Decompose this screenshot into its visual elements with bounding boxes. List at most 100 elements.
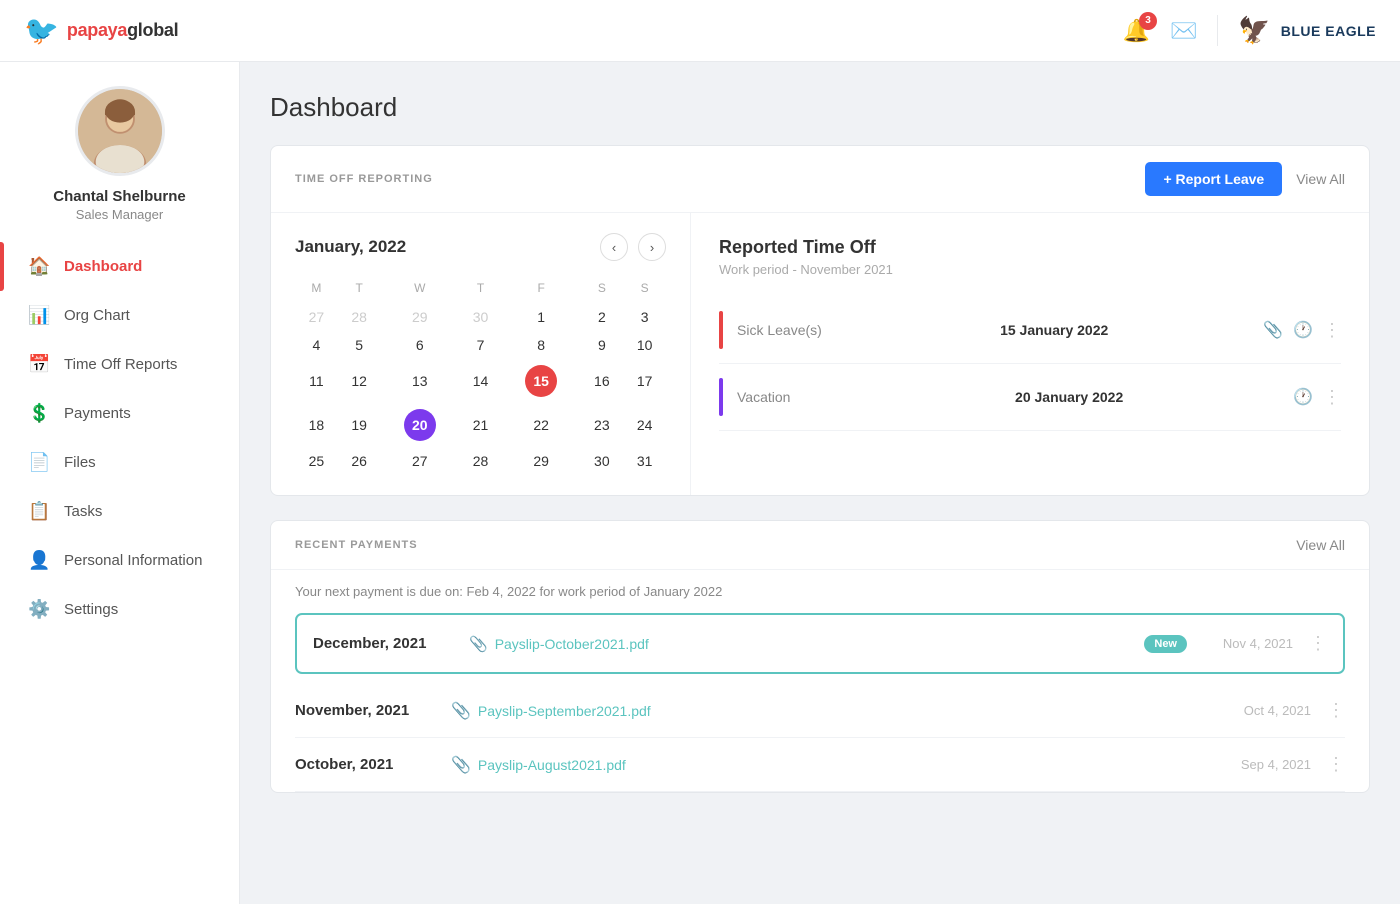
- sidebar-label-time-off: Time Off Reports: [64, 356, 177, 373]
- cal-day-2-4[interactable]: 15: [502, 359, 581, 403]
- clock-icon[interactable]: 🕐: [1293, 320, 1313, 340]
- user-role: Sales Manager: [76, 207, 163, 222]
- payment-date: Sep 4, 2021: [1221, 757, 1311, 772]
- cal-day-0-0[interactable]: 27: [295, 303, 338, 331]
- cal-day-3-0[interactable]: 18: [295, 403, 338, 447]
- leave-more-button[interactable]: ⋮: [1323, 387, 1341, 408]
- clip-icon: 📎: [451, 701, 471, 721]
- mail-icon[interactable]: ✉️: [1170, 18, 1197, 44]
- avatar-image: [75, 86, 165, 176]
- dashboard-icon: 🏠: [28, 256, 50, 277]
- cal-day-0-2[interactable]: 29: [381, 303, 460, 331]
- cal-day-2-6[interactable]: 17: [623, 359, 666, 403]
- cal-day-0-3[interactable]: 30: [459, 303, 502, 331]
- cal-day-3-3[interactable]: 21: [459, 403, 502, 447]
- cal-day-2-3[interactable]: 14: [459, 359, 502, 403]
- payment-row-highlighted[interactable]: December, 2021 📎 Payslip-October2021.pdf…: [295, 613, 1345, 674]
- reported-title: Reported Time Off: [719, 237, 1341, 258]
- cal-day-4-4[interactable]: 29: [502, 447, 581, 475]
- payment-row-october,-2021: October, 2021 📎 Payslip-August2021.pdf S…: [295, 738, 1345, 792]
- company-area: 🦅 BLUE EAGLE: [1217, 15, 1376, 46]
- cal-day-2-0[interactable]: 11: [295, 359, 338, 403]
- clip-icon[interactable]: 📎: [1263, 320, 1283, 340]
- sidebar-item-tasks[interactable]: 📋 Tasks: [0, 487, 239, 536]
- cal-day-3-2[interactable]: 20: [381, 403, 460, 447]
- org-chart-icon: 📊: [28, 305, 50, 326]
- payment-file: 📎 Payslip-August2021.pdf: [451, 755, 1205, 775]
- cal-day-3-1[interactable]: 19: [338, 403, 381, 447]
- cal-day-1-4[interactable]: 8: [502, 331, 581, 359]
- payment-filename[interactable]: Payslip-September2021.pdf: [478, 703, 651, 719]
- cal-day-4-3[interactable]: 28: [459, 447, 502, 475]
- sidebar-item-org-chart[interactable]: 📊 Org Chart: [0, 291, 239, 340]
- payments-icon: 💲: [28, 403, 50, 424]
- timeoff-section-label: TIME OFF REPORTING: [295, 173, 433, 185]
- clip-icon: 📎: [469, 635, 488, 653]
- sidebar-label-dashboard: Dashboard: [64, 258, 142, 275]
- company-eagle-icon: 🦅: [1238, 15, 1270, 46]
- calendar-prev-button[interactable]: ‹: [600, 233, 628, 261]
- cal-day-4-2[interactable]: 27: [381, 447, 460, 475]
- cal-day-1-1[interactable]: 5: [338, 331, 381, 359]
- leave-row-sick-leave(s): Sick Leave(s) 15 January 2022 📎 🕐 ⋮: [719, 297, 1341, 364]
- cal-day-0-5[interactable]: 2: [580, 303, 623, 331]
- calendar-nav: January, 2022 ‹ ›: [295, 233, 666, 261]
- payment-file-dec: 📎 Payslip-October2021.pdf: [469, 635, 1128, 653]
- payment-badge-new: New: [1144, 635, 1187, 653]
- payments-body: Your next payment is due on: Feb 4, 2022…: [271, 570, 1369, 792]
- personal-info-icon: 👤: [28, 550, 50, 571]
- payment-more-button[interactable]: ⋮: [1327, 754, 1345, 775]
- tasks-icon: 📋: [28, 501, 50, 522]
- calendar-next-button[interactable]: ›: [638, 233, 666, 261]
- cal-day-s1: S: [580, 277, 623, 303]
- calendar-title: January, 2022: [295, 237, 406, 257]
- payment-more-button[interactable]: ⋮: [1327, 700, 1345, 721]
- cal-day-0-6[interactable]: 3: [623, 303, 666, 331]
- cal-day-0-4[interactable]: 1: [502, 303, 581, 331]
- cal-day-2-1[interactable]: 12: [338, 359, 381, 403]
- cal-day-2-2[interactable]: 13: [381, 359, 460, 403]
- payment-period: November, 2021: [295, 702, 435, 719]
- cal-day-4-5[interactable]: 30: [580, 447, 623, 475]
- sidebar-item-personal-info[interactable]: 👤 Personal Information: [0, 536, 239, 585]
- sidebar-item-settings[interactable]: ⚙️ Settings: [0, 585, 239, 634]
- cal-day-f: F: [502, 277, 581, 303]
- cal-day-0-1[interactable]: 28: [338, 303, 381, 331]
- payment-filename-dec[interactable]: Payslip-October2021.pdf: [495, 636, 649, 652]
- cal-day-1-2[interactable]: 6: [381, 331, 460, 359]
- clock-icon[interactable]: 🕐: [1293, 387, 1313, 407]
- sidebar-item-time-off[interactable]: 📅 Time Off Reports: [0, 340, 239, 389]
- logo[interactable]: 🐦 papayaglobal: [24, 14, 178, 47]
- topnav-right: 🔔 3 ✉️ 🦅 BLUE EAGLE: [1123, 15, 1376, 46]
- top-navigation: 🐦 papayaglobal 🔔 3 ✉️ 🦅 BLUE EAGLE: [0, 0, 1400, 62]
- leave-bar: [719, 378, 723, 416]
- leave-date: 20 January 2022: [1015, 389, 1279, 405]
- leave-rows: Sick Leave(s) 15 January 2022 📎 🕐 ⋮ Vaca…: [719, 297, 1341, 431]
- payment-more-dec[interactable]: ⋮: [1309, 633, 1327, 654]
- logo-bird-icon: 🐦: [24, 14, 59, 47]
- cal-day-3-5[interactable]: 23: [580, 403, 623, 447]
- cal-day-2-5[interactable]: 16: [580, 359, 623, 403]
- notifications-button[interactable]: 🔔 3: [1123, 18, 1150, 44]
- cal-day-3-4[interactable]: 22: [502, 403, 581, 447]
- timeoff-view-all[interactable]: View All: [1296, 171, 1345, 187]
- cal-day-1-6[interactable]: 10: [623, 331, 666, 359]
- payment-filename[interactable]: Payslip-August2021.pdf: [478, 757, 626, 773]
- payments-section-label: RECENT PAYMENTS: [295, 539, 418, 551]
- timeoff-card-header: TIME OFF REPORTING + Report Leave View A…: [271, 146, 1369, 213]
- cal-day-4-6[interactable]: 31: [623, 447, 666, 475]
- report-leave-button[interactable]: + Report Leave: [1145, 162, 1282, 196]
- cal-day-3-6[interactable]: 24: [623, 403, 666, 447]
- leave-more-button[interactable]: ⋮: [1323, 320, 1341, 341]
- sidebar-item-files[interactable]: 📄 Files: [0, 438, 239, 487]
- sidebar-item-dashboard[interactable]: 🏠 Dashboard: [0, 242, 239, 291]
- sidebar-item-payments[interactable]: 💲 Payments: [0, 389, 239, 438]
- cal-day-4-1[interactable]: 26: [338, 447, 381, 475]
- cal-day-1-0[interactable]: 4: [295, 331, 338, 359]
- cal-day-1-5[interactable]: 9: [580, 331, 623, 359]
- reported-period: Work period - November 2021: [719, 262, 1341, 277]
- cal-day-1-3[interactable]: 7: [459, 331, 502, 359]
- cal-day-4-0[interactable]: 25: [295, 447, 338, 475]
- leave-row-vacation: Vacation 20 January 2022 🕐 ⋮: [719, 364, 1341, 431]
- payments-view-all[interactable]: View All: [1296, 537, 1345, 553]
